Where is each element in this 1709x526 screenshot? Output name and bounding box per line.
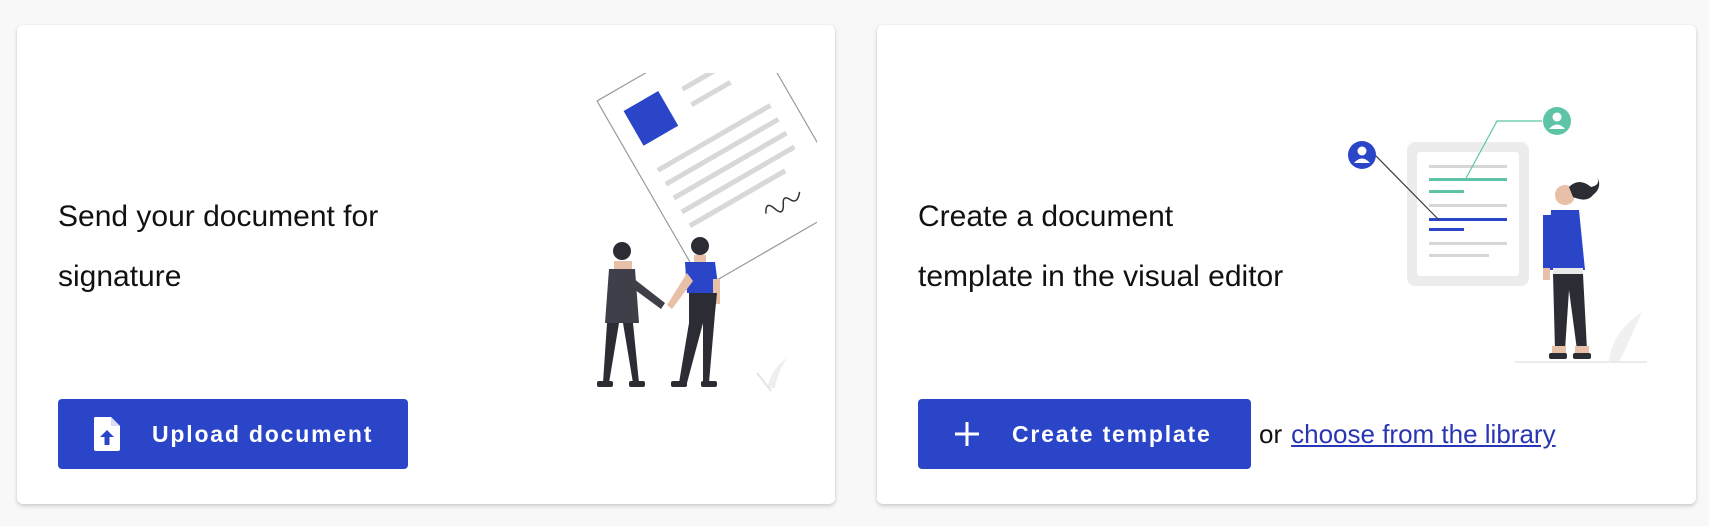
template-card: Create a document template in the visual…: [877, 25, 1696, 504]
upload-card: Send your document for signature Upload …: [17, 25, 835, 504]
file-upload-icon: [82, 416, 132, 452]
upload-card-title: Send your document for signature: [58, 187, 498, 307]
create-template-label: Create template: [1012, 420, 1212, 447]
plus-icon: [942, 420, 992, 448]
template-card-title-line1: Create a document: [918, 200, 1174, 233]
template-card-title-line2: template in the visual editor: [918, 260, 1284, 293]
upload-card-title-line1: Send your document for: [58, 200, 379, 233]
or-text: or: [1259, 418, 1283, 449]
handshake-document-illustration: [596, 73, 817, 392]
upload-document-label: Upload document: [152, 420, 374, 447]
create-template-button[interactable]: Create template: [918, 399, 1251, 469]
template-card-title: Create a document template in the visual…: [918, 187, 1358, 307]
upload-document-button[interactable]: Upload document: [58, 399, 408, 469]
choose-from-library-link[interactable]: choose from the library: [1291, 419, 1555, 450]
upload-card-title-line2: signature: [58, 260, 182, 293]
template-editor-illustration: [1348, 107, 1647, 363]
